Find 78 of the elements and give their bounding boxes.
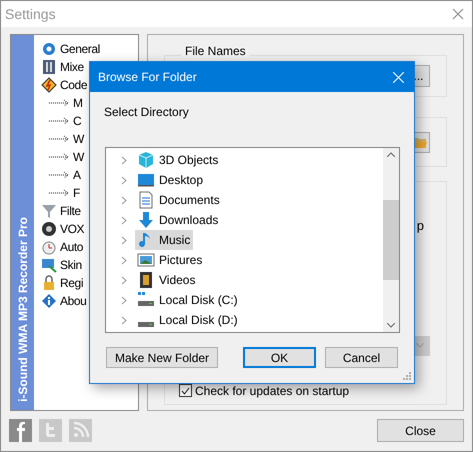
tree-item[interactable]: W [41, 148, 100, 166]
lightning-icon [41, 77, 57, 93]
product-banner: i-Sound WMA MP3 Recorder Pro [11, 35, 34, 410]
arrow-icon [48, 170, 70, 180]
twitter-icon[interactable] [39, 419, 62, 442]
rss-icon[interactable] [69, 419, 92, 442]
tree-item[interactable]: Code [41, 76, 100, 94]
tree-item[interactable]: A [41, 166, 100, 184]
expand-icon[interactable] [121, 156, 127, 164]
drive-icon [137, 322, 155, 326]
pictures-icon [137, 251, 155, 269]
tree-item[interactable]: F [41, 184, 100, 202]
tree-item[interactable]: M [41, 94, 100, 112]
expand-icon[interactable] [121, 276, 127, 284]
facebook-icon[interactable] [9, 419, 32, 442]
dialog-prompt: Select Directory [103, 104, 190, 121]
lock-icon [41, 275, 57, 291]
caret-icon [416, 343, 424, 348]
folder-item[interactable]: 3D Objects [135, 150, 222, 170]
expand-icon[interactable] [121, 256, 127, 264]
info-icon [41, 293, 57, 309]
mixer-icon [41, 59, 57, 75]
tree-item[interactable]: Abou [41, 292, 100, 310]
arrow-icon [48, 116, 70, 126]
clock-icon [41, 239, 57, 255]
scroll-up-icon[interactable] [387, 152, 395, 157]
tree-item[interactable]: Auto [41, 238, 100, 256]
expand-icon[interactable] [121, 176, 127, 184]
expand-icon[interactable] [121, 196, 127, 204]
drive-icon [137, 291, 155, 309]
check-icon [181, 386, 190, 394]
webcam-icon [41, 221, 57, 237]
download-icon [137, 211, 155, 229]
folder-item[interactable]: Local Disk (C:) [135, 290, 241, 310]
folder-item[interactable]: Downloads [135, 210, 222, 230]
close-button[interactable]: Close [377, 419, 464, 442]
folder-item[interactable]: Documents [135, 190, 223, 210]
gear-icon [41, 41, 57, 57]
folder-item[interactable]: Desktop [135, 170, 206, 190]
arrow-icon [48, 152, 70, 162]
dialog-title: Browse For Folder [98, 69, 197, 86]
dialog-button[interactable]: OK [243, 347, 316, 368]
desktop-icon [137, 171, 155, 189]
dialog-button[interactable]: Make New Folder [106, 347, 218, 368]
group-title: File Names [181, 45, 250, 58]
arrow-icon [48, 188, 70, 198]
tree-item[interactable]: General [41, 40, 100, 58]
folder-item[interactable]: Music [135, 230, 194, 250]
dialog-button[interactable]: Cancel [325, 347, 398, 368]
expand-icon[interactable] [121, 296, 127, 304]
window-title: Settings [5, 4, 56, 24]
document-icon [137, 191, 155, 209]
film-icon [137, 271, 155, 289]
cube-icon [137, 151, 155, 169]
folder-item[interactable]: Pictures [135, 250, 206, 270]
scroll-down-icon[interactable] [387, 323, 395, 328]
scrollbar[interactable] [383, 148, 399, 332]
tree-item[interactable]: Mixe [41, 58, 100, 76]
tree-item[interactable]: Skin [41, 256, 100, 274]
arrow-icon [48, 98, 70, 108]
option-label: p [416, 217, 424, 235]
checkbox[interactable] [179, 384, 192, 397]
tree-item[interactable]: Filte [41, 202, 100, 220]
funnel-icon [41, 203, 57, 219]
tree-item[interactable]: C [41, 112, 100, 130]
arrow-icon [48, 134, 70, 144]
tree-item[interactable]: W [41, 130, 100, 148]
folder-item[interactable]: Videos [135, 270, 198, 290]
close-icon[interactable] [452, 8, 464, 20]
folder-item[interactable]: Local Disk (D:) [135, 310, 241, 330]
expand-icon[interactable] [121, 216, 127, 224]
checkbox-label: Check for updates on startup [195, 382, 350, 400]
resize-grip-icon [403, 372, 411, 380]
expand-icon[interactable] [121, 316, 127, 324]
expand-icon[interactable] [121, 236, 127, 244]
computer-icon [41, 257, 57, 273]
tree-item[interactable]: Regi [41, 274, 100, 292]
tree-item[interactable]: VOX [41, 220, 100, 238]
